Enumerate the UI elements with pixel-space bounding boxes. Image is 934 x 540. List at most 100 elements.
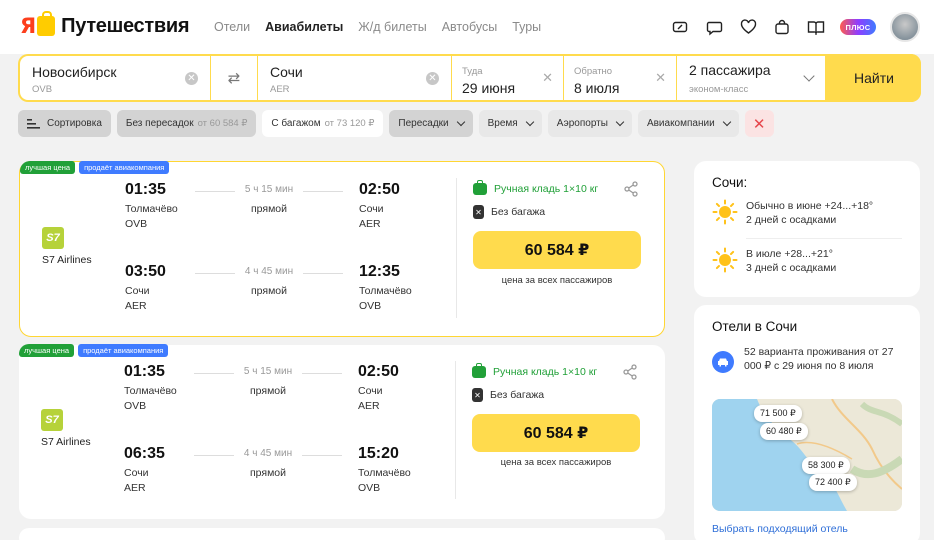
direct-label: прямой: [250, 285, 288, 297]
outbound-segment: 01:35 Толмачёво OVB 5 ч 15 мин прямой 02…: [125, 181, 415, 241]
ticket-card[interactable]: лучшая цена продаёт авиакомпания S7 S7 A…: [19, 161, 665, 337]
direct-label: прямой: [249, 467, 287, 479]
logo-ya: Я: [20, 14, 37, 38]
passengers-count: 2 пассажира: [689, 62, 771, 78]
map-price-pin[interactable]: 60 480 ₽: [760, 423, 808, 440]
header: Я Путешествия Отели Авиабилеты Ж/д билет…: [0, 0, 934, 54]
airlines-filter[interactable]: Авиакомпании: [637, 110, 739, 137]
dep-code: OVB: [125, 218, 148, 230]
price-button[interactable]: 60 584 ₽: [473, 231, 641, 269]
logo[interactable]: Я Путешествия: [20, 11, 190, 38]
hotels-info: 52 варианта проживания от 27 000 ₽ с 29 …: [712, 345, 894, 373]
chevron-down-icon: [803, 70, 815, 82]
hotels-title: Отели в Сочи: [712, 319, 798, 334]
swap-cities-icon[interactable]: ⇄: [211, 56, 257, 100]
from-field[interactable]: Новосибирск OVB ✕: [20, 56, 210, 100]
nav-tours[interactable]: Туры: [512, 20, 541, 34]
ticket-icon[interactable]: [670, 17, 690, 37]
clear-from-icon[interactable]: ✕: [185, 72, 198, 85]
no-baggage-icon: ✕: [473, 205, 484, 219]
hotels-map[interactable]: 71 500 ₽ 60 480 ₽ 58 300 ₽ 72 400 ₽: [712, 399, 902, 511]
baggage-filter[interactable]: С багажом от 73 120 ₽: [262, 110, 384, 137]
chevron-down-icon: [525, 117, 534, 127]
to-field[interactable]: Сочи AER ✕: [258, 56, 451, 100]
airline-sells-badge: продаёт авиакомпания: [78, 344, 169, 357]
return-segment: 03:50 Сочи AER 4 ч 45 мин прямой 12:35 Т…: [125, 263, 415, 323]
route-line: [195, 273, 235, 274]
weather-divider: [746, 238, 902, 239]
card-divider: [456, 178, 457, 318]
airline-sells-badge: продаёт авиакомпания: [79, 161, 170, 174]
share-icon[interactable]: [622, 364, 638, 380]
weather-title: Сочи:: [712, 175, 748, 190]
book-icon[interactable]: [806, 17, 826, 37]
heart-icon[interactable]: [738, 17, 758, 37]
to-code: AER: [270, 84, 290, 95]
best-price-badge: лучшая цена: [20, 161, 76, 174]
find-button[interactable]: Найти: [827, 54, 921, 102]
clear-there-icon[interactable]: ✕: [542, 70, 553, 86]
nav-trains[interactable]: Ж/д билеты: [358, 20, 426, 34]
dep-code: OVB: [124, 400, 147, 412]
arr-place: Толмачёво: [359, 285, 412, 297]
card-divider: [455, 361, 456, 499]
chevron-down-icon: [456, 117, 465, 127]
hotels-card: Отели в Сочи 52 варианта проживания от 2…: [694, 305, 920, 540]
suitcase-icon: [37, 11, 56, 36]
nav-avia[interactable]: Авиабилеты: [265, 20, 343, 34]
price-note: цена за всех пассажиров: [500, 457, 612, 468]
date-back-field[interactable]: Обратно 8 июля ✕: [564, 56, 676, 100]
baggage-label: С багажом: [271, 118, 321, 129]
weather-july-text: В июле +28...+21° 3 дней с осадками: [746, 247, 836, 275]
price-button[interactable]: 60 584 ₽: [472, 414, 640, 452]
date-there-field[interactable]: Туда 29 июня ✕: [452, 56, 563, 100]
s7-logo-icon: S7: [41, 409, 63, 431]
header-icons: ПЛЮС: [670, 12, 920, 42]
choose-hotel-link[interactable]: Выбрать подходящий отель: [712, 523, 848, 535]
clear-to-icon[interactable]: ✕: [426, 72, 439, 85]
direct-label: прямой: [249, 385, 287, 397]
reset-filters-icon[interactable]: ✕: [744, 110, 774, 137]
carry-on-bag-icon: [473, 180, 487, 195]
time-filter[interactable]: Время: [478, 110, 542, 137]
no-baggage-icon: ✕: [472, 388, 483, 402]
baggage-price: от 73 120 ₽: [324, 118, 375, 129]
nav-hotels[interactable]: Отели: [214, 20, 250, 34]
bag-icon[interactable]: [772, 17, 792, 37]
clear-back-icon[interactable]: ✕: [655, 70, 666, 86]
map-price-pin[interactable]: 71 500 ₽: [754, 405, 802, 422]
from-code: OVB: [32, 84, 53, 95]
transfers-filter[interactable]: Пересадки: [389, 110, 473, 137]
time-label: Время: [487, 118, 518, 129]
chat-icon[interactable]: [704, 17, 724, 37]
ticket-card[interactable]: лучшая цена продаёт авиакомпания S7 S7 A…: [19, 344, 665, 519]
weather-july: В июле +28...+21° 3 дней с осадками: [712, 247, 836, 275]
nav-buses[interactable]: Автобусы: [442, 20, 497, 34]
map-price-pin[interactable]: 58 300 ₽: [802, 457, 850, 474]
passengers-field[interactable]: 2 пассажира эконом-класс: [677, 56, 825, 100]
dep-place: Сочи: [124, 467, 149, 479]
arr-time: 12:35: [359, 263, 400, 280]
sort-button[interactable]: Сортировка: [18, 110, 111, 137]
airline: S7 S7 Airlines: [42, 227, 102, 266]
main-nav: Отели Авиабилеты Ж/д билеты Автобусы Тур…: [214, 20, 541, 34]
avatar[interactable]: [890, 12, 920, 42]
ticket-card[interactable]: [19, 528, 665, 540]
car-icon: [712, 351, 734, 373]
dep-time: 01:35: [125, 181, 166, 198]
no-baggage-label: Без багажа: [491, 206, 546, 218]
nonstop-filter[interactable]: Без пересадок от 60 584 ₽: [116, 110, 257, 137]
weather-june-temp: Обычно в июне +24...+18°: [746, 200, 874, 212]
price-note: цена за всех пассажиров: [501, 275, 613, 286]
direct-label: прямой: [250, 203, 288, 215]
class-label: эконом-класс: [689, 84, 749, 95]
dep-time: 01:35: [124, 363, 165, 380]
duration: 5 ч 15 мин: [244, 184, 294, 195]
plus-badge[interactable]: ПЛЮС: [840, 19, 876, 35]
weather-june: Обычно в июне +24...+18° 2 дней с осадка…: [712, 199, 873, 227]
duration: 4 ч 45 мин: [243, 448, 293, 459]
map-price-pin[interactable]: 72 400 ₽: [809, 474, 857, 491]
carry-on-label: Ручная кладь 1×10 кг: [493, 366, 598, 378]
share-icon[interactable]: [623, 181, 639, 197]
airports-filter[interactable]: Аэропорты: [547, 110, 632, 137]
